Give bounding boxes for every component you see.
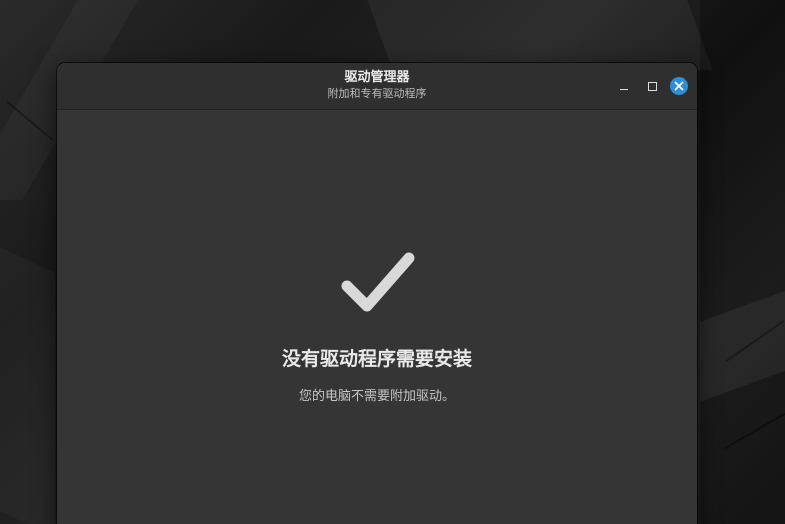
close-icon	[670, 77, 688, 95]
wallpaper-shard	[0, 247, 55, 524]
main-content: 没有驱动程序需要安装 您的电脑不需要附加驱动。	[57, 110, 697, 524]
maximize-icon	[647, 81, 657, 91]
checkmark-icon	[341, 252, 415, 312]
title-block: 驱动管理器 附加和专有驱动程序	[57, 69, 697, 101]
status-description: 您的电脑不需要附加驱动。	[298, 389, 455, 404]
window-title: 驱动管理器	[344, 70, 410, 85]
wallpaper-shard	[700, 0, 785, 524]
window-titlebar[interactable]: 驱动管理器 附加和专有驱动程序	[57, 63, 697, 110]
window-subtitle: 附加和专有驱动程序	[327, 87, 427, 100]
wallpaper-shard	[367, 0, 713, 70]
driver-manager-window: 驱动管理器 附加和专有驱动程序 没有驱动程序需要安装 您的电脑不需要附加驱动。	[57, 63, 697, 524]
maximize-button[interactable]	[642, 76, 662, 96]
minimize-icon	[620, 88, 628, 90]
status-headline: 没有驱动程序需要安装	[281, 348, 472, 370]
minimize-button[interactable]	[614, 76, 634, 96]
close-button[interactable]	[669, 76, 689, 96]
